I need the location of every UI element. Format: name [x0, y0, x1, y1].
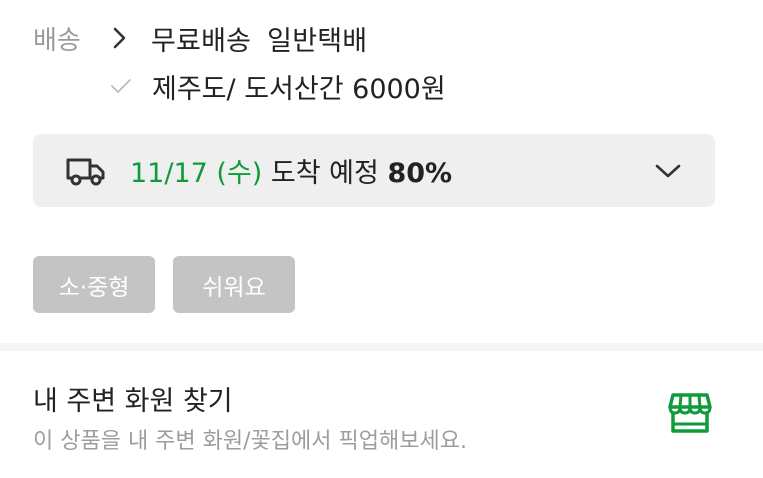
nearby-description: 이 상품을 내 주변 화원/꽃집에서 픽업해보세요. [33, 429, 467, 454]
truck-icon [66, 154, 106, 188]
tag-difficulty: 쉬워요 [173, 256, 295, 313]
extra-fee-text: 제주도/ 도서산간 6000원 [152, 73, 446, 105]
nearby-title: 내 주변 화원 찾기 [33, 386, 233, 417]
free-shipping-text: 무료배송 [151, 25, 252, 57]
delivery-estimate-text: 11/17 (수) 도착 예정 80% [130, 151, 452, 190]
chevron-down-icon[interactable] [653, 156, 683, 186]
delivery-probability: 80% [387, 158, 453, 189]
shipping-row: 배송 무료배송 일반택배 [33, 18, 367, 58]
delivery-arrival-label: 도착 예정 [270, 158, 379, 189]
extra-fee-row: 제주도/ 도서산간 6000원 [110, 66, 446, 106]
delivery-estimate-dropdown[interactable]: 11/17 (수) 도착 예정 80% [33, 134, 715, 207]
product-shipping-section: 배송 무료배송 일반택배 제주도/ 도서산간 6000원 11/17 (수) 도… [0, 0, 763, 478]
tag-size: 소·중형 [33, 256, 155, 313]
chevron-right-icon [111, 23, 141, 53]
shipping-label: 배송 [33, 25, 81, 56]
section-divider [0, 343, 763, 351]
shipping-method-text: 일반택배 [267, 25, 368, 57]
delivery-date: 11/17 (수) [130, 158, 263, 189]
nearby-florist-finder[interactable]: 내 주변 화원 찾기 이 상품을 내 주변 화원/꽃집에서 픽업해보세요. [33, 375, 733, 465]
shipping-info: 무료배송 일반택배 [151, 19, 367, 58]
product-tags: 소·중형 쉬워요 [33, 256, 295, 313]
check-icon [110, 74, 134, 98]
store-icon[interactable] [667, 391, 713, 435]
